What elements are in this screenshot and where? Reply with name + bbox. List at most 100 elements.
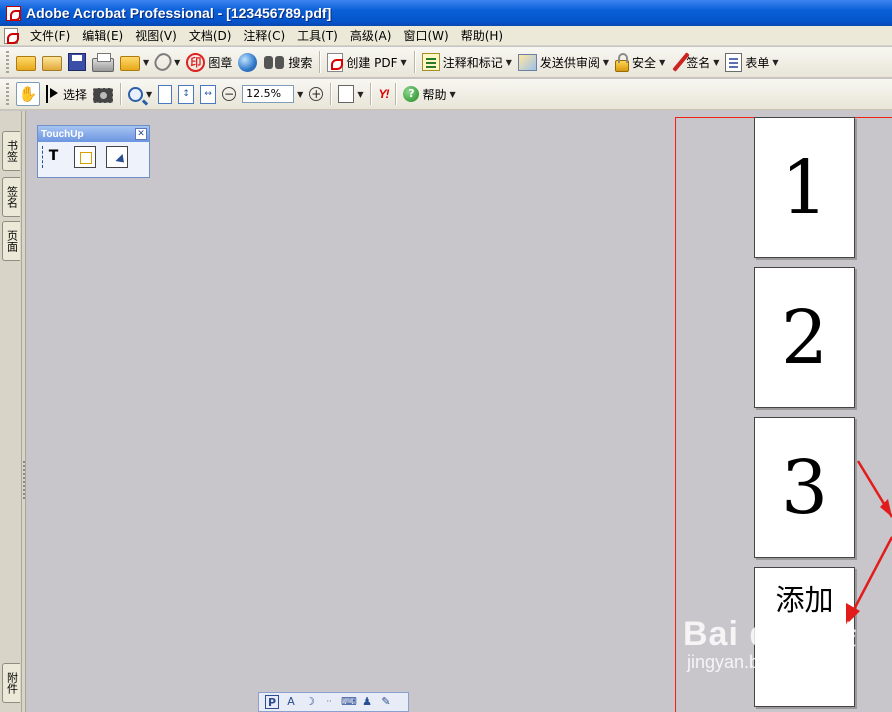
chevron-down-icon: ▼	[659, 57, 666, 67]
chevron-down-icon: ▼	[505, 57, 512, 67]
menu-advanced[interactable]: 高级(A)	[344, 27, 398, 45]
page-thumbnail-1[interactable]: 1	[754, 117, 855, 258]
sign-button[interactable]: 签名 ▼	[668, 50, 722, 74]
touchup-toolbar: TouchUp ✕ T	[37, 125, 150, 178]
email-button[interactable]: ▼	[117, 50, 152, 74]
chevron-down-icon: ▼	[143, 57, 150, 67]
zoom-in-button[interactable]: +	[306, 82, 326, 106]
comment-markup-button[interactable]: 注释和标记 ▼	[419, 50, 515, 74]
stamp-button[interactable]: 印图章	[183, 50, 235, 74]
menu-window[interactable]: 窗口(W)	[397, 27, 454, 45]
print-button[interactable]	[89, 50, 117, 74]
create-pdf-button[interactable]: 创建 PDF ▼	[324, 50, 409, 74]
chevron-down-icon: ▼	[602, 57, 610, 67]
menu-tools[interactable]: 工具(T)	[291, 27, 344, 45]
lock-icon	[615, 52, 630, 72]
plus-icon: +	[309, 87, 324, 101]
page-label: 添加	[775, 583, 834, 617]
select-cursor-icon	[46, 85, 60, 103]
baidu-watermark: Bai du 经验 jingyan.baidu.com	[683, 614, 857, 673]
paragraph-icon[interactable]: P	[265, 695, 279, 709]
text-icon[interactable]: A	[284, 695, 298, 709]
touchup-object-tool[interactable]	[74, 146, 96, 168]
menu-document[interactable]: 文档(D)	[183, 27, 238, 45]
arrow-line-lower	[848, 536, 892, 618]
tab-pages[interactable]: 页面	[2, 221, 20, 261]
crescent-icon[interactable]: ☽	[303, 695, 317, 709]
toolbar-separator	[319, 51, 321, 73]
fit-width-icon: ↔	[200, 84, 217, 104]
watermark-cn: 经验	[800, 619, 857, 652]
watermark-logo: Bai du	[683, 614, 793, 653]
rotate-button[interactable]: ▼	[335, 82, 366, 106]
snapshot-button[interactable]	[90, 82, 116, 106]
toolbar-separator	[413, 51, 415, 73]
zoom-level-input[interactable]: 12.5%	[242, 85, 295, 103]
zoom-level-select[interactable]: 12.5% ▼	[239, 82, 306, 106]
help-button[interactable]: ? 帮助 ▼	[400, 82, 458, 106]
fit-width-button[interactable]: ↔	[197, 82, 219, 106]
touchup-select-tool[interactable]	[106, 146, 128, 168]
document-icon[interactable]	[4, 27, 19, 44]
view-toolbar: ✋ 选择 ▼ ↕ ↔ − 12.5% ▼ + ▼ Y! ? 帮助 ▼	[0, 79, 892, 110]
menu-file[interactable]: 文件(F)	[24, 27, 76, 45]
hand-tool-button[interactable]: ✋	[13, 82, 43, 106]
page-label: 1	[780, 144, 829, 231]
menu-edit[interactable]: 编辑(E)	[76, 27, 129, 45]
printer-icon	[92, 52, 114, 72]
wrench-icon[interactable]: ✎	[379, 695, 393, 709]
tab-signatures[interactable]: 签名	[2, 177, 20, 217]
zoom-in-icon	[128, 86, 144, 102]
open-folder-icon	[16, 56, 36, 71]
minus-icon: −	[222, 87, 237, 101]
menu-comments[interactable]: 注释(C)	[237, 27, 291, 45]
touchup-text-tool[interactable]: T	[42, 146, 64, 168]
keyboard-icon[interactable]: ⌨	[341, 695, 357, 709]
fit-page-button[interactable]: ↕	[175, 82, 197, 106]
chevron-down-icon: ▼	[174, 57, 181, 67]
actual-size-button[interactable]	[155, 82, 175, 106]
search-button[interactable]: 搜索	[260, 50, 315, 74]
organizer-button[interactable]	[39, 50, 65, 74]
menu-help[interactable]: 帮助(H)	[455, 27, 509, 45]
chevron-down-icon: ▼	[146, 89, 153, 99]
rotate-page-icon	[338, 85, 355, 103]
yahoo-icon: Y!	[378, 87, 389, 101]
toolbar-separator	[370, 83, 372, 105]
yahoo-button[interactable]: Y!	[375, 82, 391, 106]
watermark-url: jingyan.baidu.com	[687, 652, 833, 672]
menu-bar: 文件(F) 编辑(E) 视图(V) 文档(D) 注释(C) 工具(T) 高级(A…	[0, 26, 892, 46]
binoculars-icon	[263, 54, 285, 70]
paperclip-icon	[151, 50, 175, 74]
web-button[interactable]	[235, 50, 260, 74]
navigation-pane-tabs: 书签 签名 页面 附件	[0, 111, 22, 712]
toolbar-grip[interactable]	[6, 83, 9, 105]
open-button[interactable]	[13, 50, 39, 74]
tab-attachments[interactable]: 附件	[2, 663, 20, 703]
security-button[interactable]: 安全 ▼	[612, 50, 668, 74]
toolbar-grip[interactable]	[6, 51, 9, 73]
person-icon[interactable]: ♟	[360, 695, 374, 709]
form-icon	[725, 52, 743, 72]
send-review-button[interactable]: 发送供审阅 ▼	[515, 50, 612, 74]
page-label: 2	[780, 294, 829, 381]
dots-icon[interactable]: ··	[322, 695, 336, 709]
touchup-header[interactable]: TouchUp ✕	[38, 126, 149, 142]
page-thumbnail-2[interactable]: 2	[754, 267, 855, 408]
chevron-down-icon: ▼	[713, 57, 720, 67]
zoom-tool-button[interactable]: ▼	[125, 82, 155, 106]
close-icon[interactable]: ✕	[135, 128, 147, 140]
save-button[interactable]	[65, 50, 89, 74]
menu-view[interactable]: 视图(V)	[129, 27, 183, 45]
annotation-arrows	[846, 460, 892, 625]
zoom-out-button[interactable]: −	[219, 82, 239, 106]
pane-splitter[interactable]	[22, 111, 26, 712]
fit-page-icon: ↕	[178, 84, 195, 104]
stamp-icon: 印	[186, 52, 206, 72]
chevron-down-icon: ▼	[297, 89, 304, 99]
attach-button[interactable]: ▼	[151, 50, 183, 74]
forms-button[interactable]: 表单 ▼	[722, 50, 781, 74]
chevron-down-icon: ▼	[357, 89, 364, 99]
select-tool-button[interactable]: 选择	[43, 82, 90, 106]
tab-bookmarks[interactable]: 书签	[2, 131, 20, 171]
